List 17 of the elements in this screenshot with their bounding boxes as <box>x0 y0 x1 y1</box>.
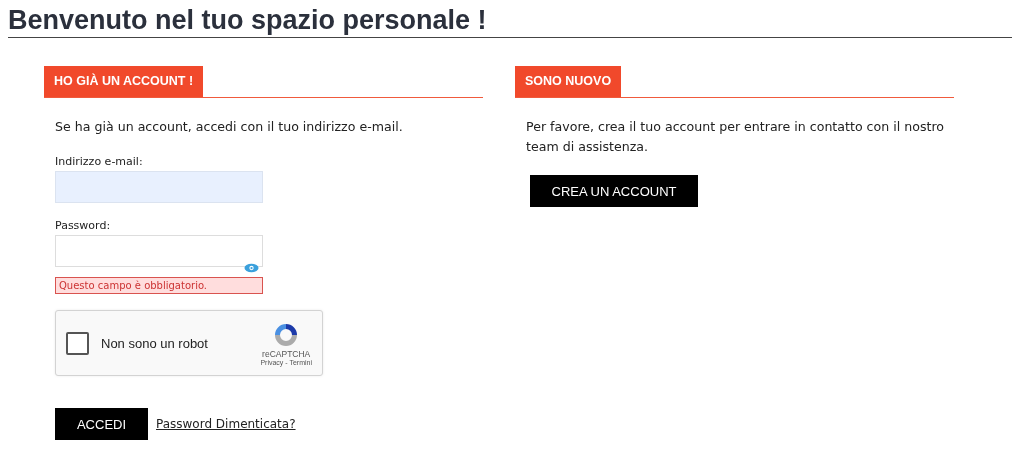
field-label: Password: <box>55 219 112 232</box>
section-heading: HO GIÀ UN ACCOUNT ! <box>44 66 204 97</box>
password-field[interactable] <box>55 235 263 267</box>
forgot-password-link[interactable]: Password Dimenticata? <box>156 417 296 431</box>
field-label: Indirizzo e-mail: <box>55 155 144 168</box>
error-message: Questo campo è obbligatorio. <box>55 277 263 294</box>
intro-text: Per favore, crea il tuo account per entrare in contatto con il nostro team di assistenza. <box>526 118 946 156</box>
page-title: Benvenuto nel tuo spazio personale ! <box>8 0 1012 38</box>
eye-icon[interactable] <box>244 263 259 273</box>
email-field[interactable] <box>55 171 263 203</box>
section-heading: SONO NUOVO <box>515 66 622 97</box>
login-button[interactable]: ACCEDI <box>55 408 148 440</box>
checkbox[interactable] <box>66 331 89 355</box>
create-account-button[interactable]: CREA UN ACCOUNT <box>530 175 698 207</box>
checkbox-label: Non sono un robot <box>101 335 209 351</box>
intro-text: Se ha già un account, accedi con il tuo indirizzo e-mail. <box>55 118 404 136</box>
captcha-brand: reCAPTCHA <box>262 348 311 359</box>
